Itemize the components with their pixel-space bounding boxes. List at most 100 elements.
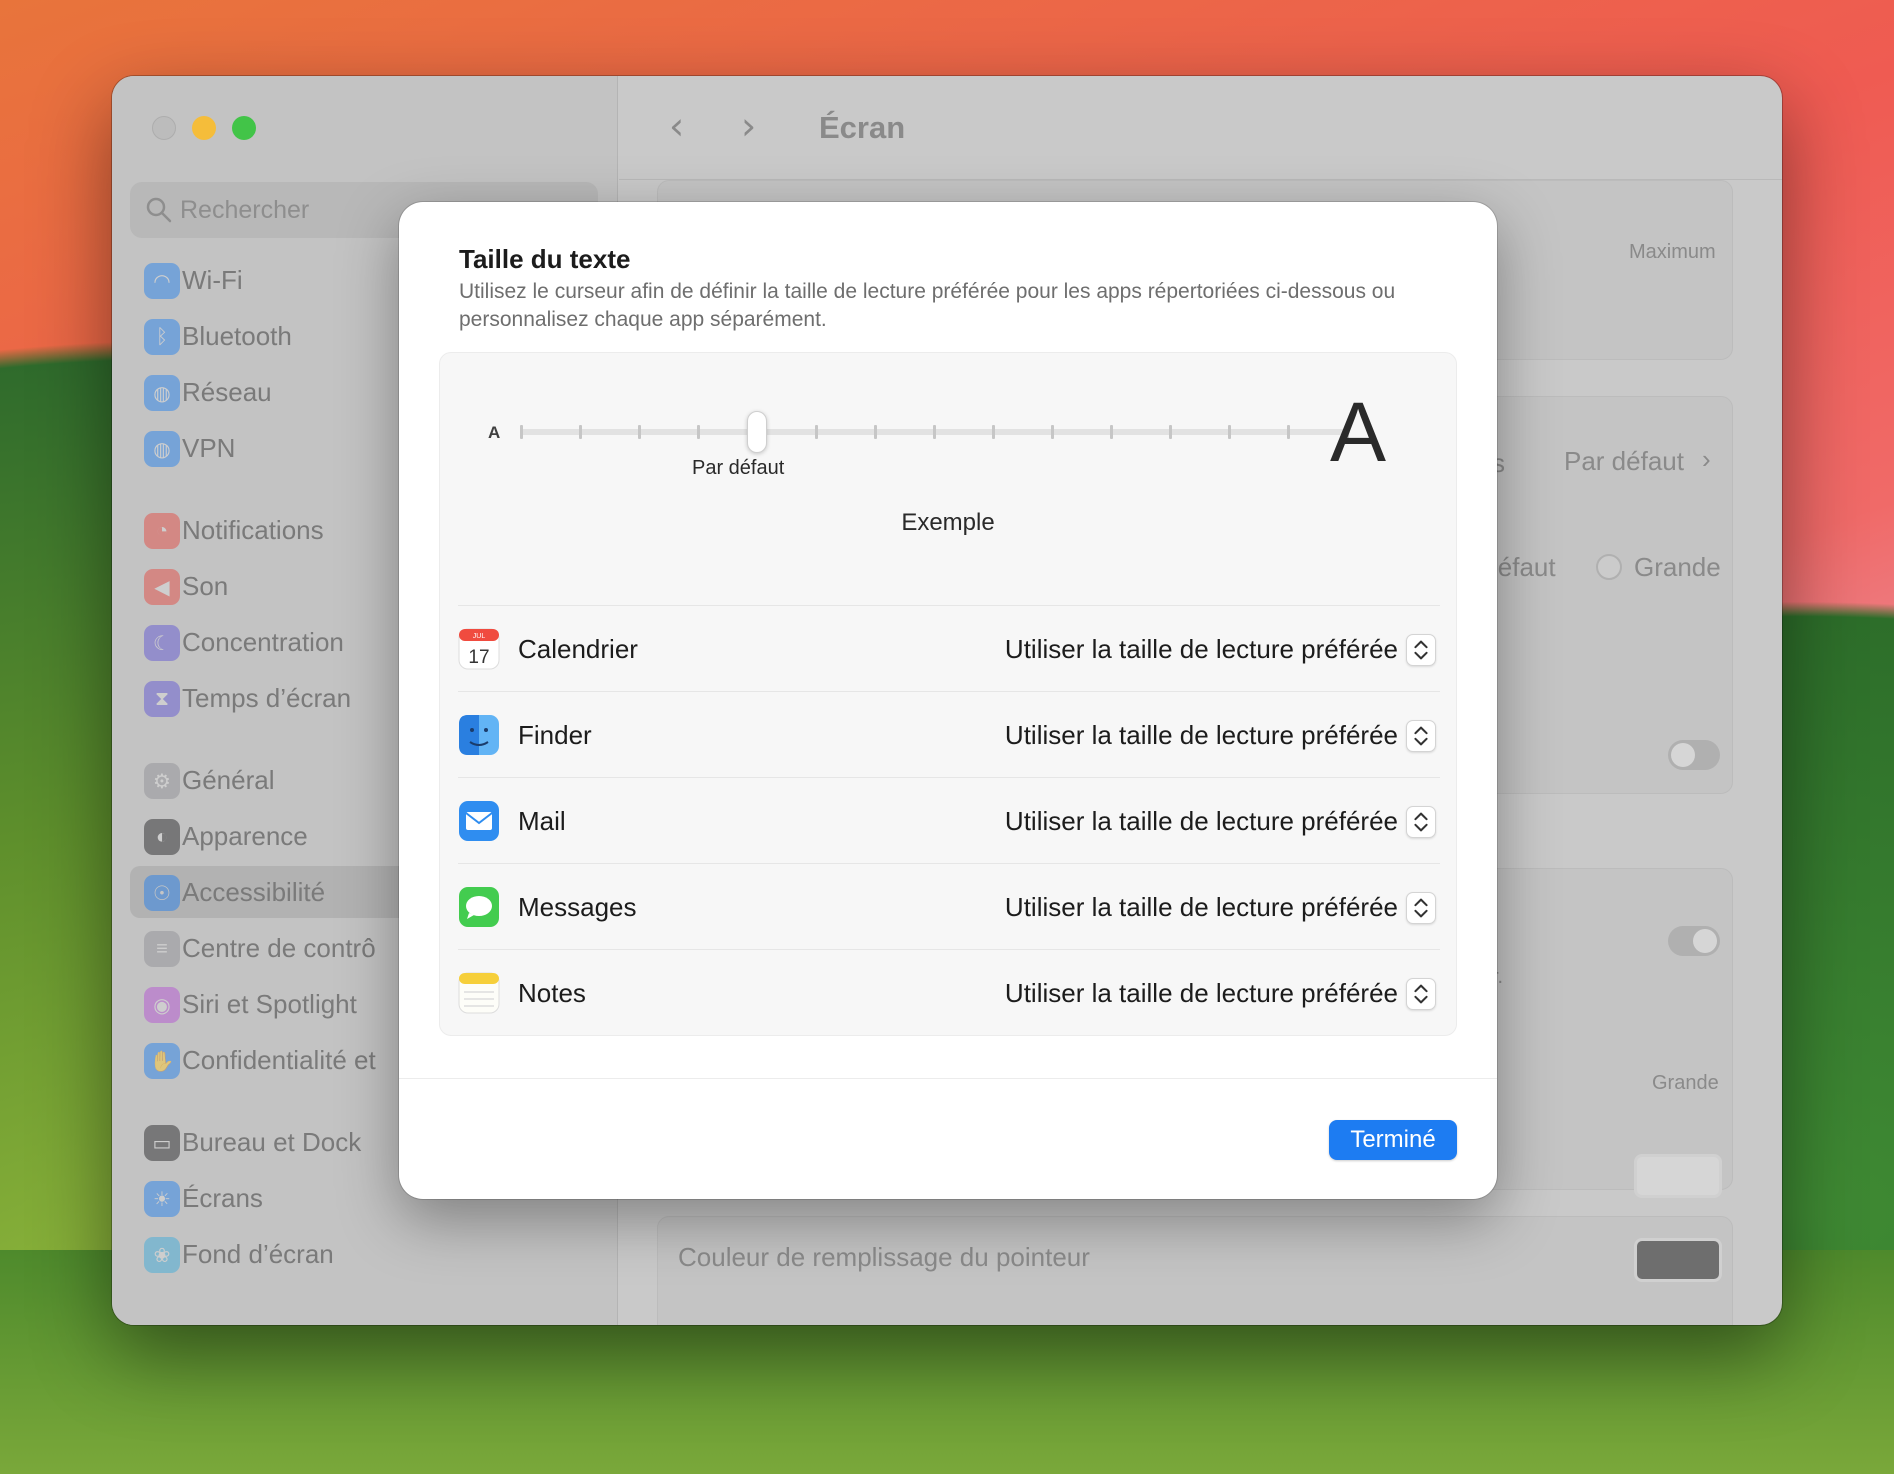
sidebar-item-label: Apparence — [182, 820, 308, 851]
calendar-day: 17 — [468, 647, 489, 668]
sidebar-item-label: Général — [182, 764, 275, 795]
maximum-label: Maximum — [1629, 241, 1716, 263]
app-name: Finder — [518, 720, 592, 750]
mail-icon — [458, 800, 500, 842]
app-size-popup[interactable]: Utiliser la taille de lecture préférée — [1005, 978, 1398, 1009]
bluetooth-icon: ᛒ — [144, 319, 180, 355]
slider-tick — [697, 425, 700, 439]
traffic-lights — [152, 116, 256, 140]
updown-chevron-icon[interactable] — [1406, 892, 1436, 924]
app-row: JUL 17 Calendrier Utiliser la taille de lec… — [458, 605, 1440, 691]
slider-tick — [933, 425, 936, 439]
slider-tick — [1228, 425, 1231, 439]
app-name: Calendrier — [518, 634, 638, 664]
grande-label: Grande — [1652, 1072, 1719, 1094]
app-size-popup[interactable]: Utiliser la taille de lecture préférée — [1005, 720, 1398, 751]
sidebar-item-label: Son — [182, 570, 229, 601]
slider-tick — [992, 425, 995, 439]
slider-tick — [520, 425, 523, 439]
slider-tick — [638, 425, 641, 439]
grande-radio[interactable] — [1596, 554, 1622, 580]
grande-radio-label: Grande — [1634, 552, 1721, 582]
slider-thumb[interactable] — [747, 411, 767, 453]
sidebar-item[interactable]: ❀ Fond d’écran — [130, 1228, 598, 1280]
slider-tick — [815, 425, 818, 439]
pointer-fill-label: Couleur de remplissage du pointeur — [678, 1242, 1090, 1272]
back-button[interactable]: ‹ — [669, 107, 709, 148]
app-row: Finder Utiliser la taille de lecture préf… — [458, 691, 1440, 777]
globe-icon: ◍ — [144, 431, 180, 467]
page-title: Écran — [819, 109, 906, 145]
bg-toggle-off[interactable] — [1668, 740, 1720, 770]
slider-tick — [1169, 425, 1172, 439]
small-text-indicator: A — [488, 423, 501, 442]
sidebar-item-label: Fond d’écran — [182, 1238, 334, 1269]
sidebar-item-label: Bluetooth — [182, 320, 292, 351]
sidebar-item-label: Réseau — [182, 376, 272, 407]
hourglass-icon: ⧗ — [144, 681, 180, 717]
done-button[interactable]: Terminé — [1329, 1120, 1457, 1160]
sidebar-item-label: Bureau et Dock — [182, 1126, 362, 1157]
notes-icon — [458, 972, 500, 1014]
forward-button[interactable]: › — [741, 107, 781, 148]
updown-chevron-icon[interactable] — [1406, 634, 1436, 666]
sidebar-item-label: Temps d’écran — [182, 682, 352, 713]
sheet-title: Taille du texte — [459, 244, 631, 274]
updown-chevron-icon[interactable] — [1406, 978, 1436, 1010]
sidebar-item-label: Notifications — [182, 514, 324, 545]
dock-icon: ▭ — [144, 1125, 180, 1161]
control-center-icon: ≡ — [144, 931, 180, 967]
search-icon — [146, 197, 172, 223]
text-size-sheet: Taille du texte Utilisez le curseur afin… — [399, 202, 1497, 1199]
sidebar-item-label: Concentration — [182, 626, 344, 657]
sidebar-item-label: Écrans — [182, 1182, 263, 1213]
close-window-button[interactable] — [152, 116, 176, 140]
pointer-fill-swatch[interactable] — [1634, 1238, 1722, 1282]
slider-tick — [874, 425, 877, 439]
updown-chevron-icon[interactable] — [1406, 720, 1436, 752]
slider-tick — [1110, 425, 1113, 439]
sheet-divider — [399, 1078, 1497, 1079]
sheet-description: Utilisez le curseur afin de définir la t… — [459, 280, 1396, 331]
zoom-window-button[interactable] — [232, 116, 256, 140]
defaut-radio-label: léfaut — [1492, 552, 1556, 582]
bg-toggle-on[interactable] — [1668, 926, 1720, 956]
slider-tick — [579, 425, 582, 439]
siri-icon: ◉ — [144, 987, 180, 1023]
toolbar: ‹ › Écran — [619, 76, 1782, 180]
sun-icon: ☀ — [144, 1181, 180, 1217]
accessibility-icon: ☉ — [144, 875, 180, 911]
speaker-icon: ◀ — [144, 569, 180, 605]
app-row: Messages Utiliser la taille de lecture pr… — [458, 863, 1440, 949]
minimize-window-button[interactable] — [192, 116, 216, 140]
app-name: Notes — [518, 978, 586, 1008]
wifi-icon: ◠ — [144, 263, 180, 299]
pointer-outline-swatch[interactable] — [1634, 1154, 1722, 1198]
appearance-icon: ◐ — [144, 819, 180, 855]
app-size-popup[interactable]: Utiliser la taille de lecture préférée — [1005, 806, 1398, 837]
chevron-right-icon: › — [1702, 444, 1711, 474]
slider-value-label: Par défaut — [692, 457, 785, 479]
sidebar-item-label: Siri et Spotlight — [182, 988, 357, 1019]
example-text: Exemple — [901, 509, 995, 536]
hand-icon: ✋ — [144, 1043, 180, 1079]
bell-icon: ◔ — [144, 513, 180, 549]
app-name: Mail — [518, 806, 566, 836]
calendar-month: JUL — [473, 633, 486, 640]
sidebar-item-label: VPN — [182, 432, 236, 463]
text-size-panel: A A Par défaut Exemple JUL 17 Calendrier Ut… — [439, 352, 1457, 1036]
flower-icon: ❀ — [144, 1237, 180, 1273]
app-row: Notes Utiliser la taille de lecture préfé… — [458, 949, 1440, 1035]
app-size-popup[interactable]: Utiliser la taille de lecture préférée — [1005, 634, 1398, 665]
app-size-popup[interactable]: Utiliser la taille de lecture préférée — [1005, 892, 1398, 923]
sidebar-item-label: Centre de contrô — [182, 932, 376, 963]
slider-tick — [1051, 425, 1054, 439]
globe-icon: ◍ — [144, 375, 180, 411]
calendar-icon: JUL 17 — [458, 628, 500, 670]
slider-tick — [1287, 425, 1290, 439]
app-name: Messages — [518, 892, 637, 922]
updown-chevron-icon[interactable] — [1406, 806, 1436, 838]
par-defaut-link[interactable]: Par défaut — [1564, 446, 1684, 477]
messages-icon — [458, 886, 500, 928]
app-row: Mail Utiliser la taille de lecture préfér… — [458, 777, 1440, 863]
